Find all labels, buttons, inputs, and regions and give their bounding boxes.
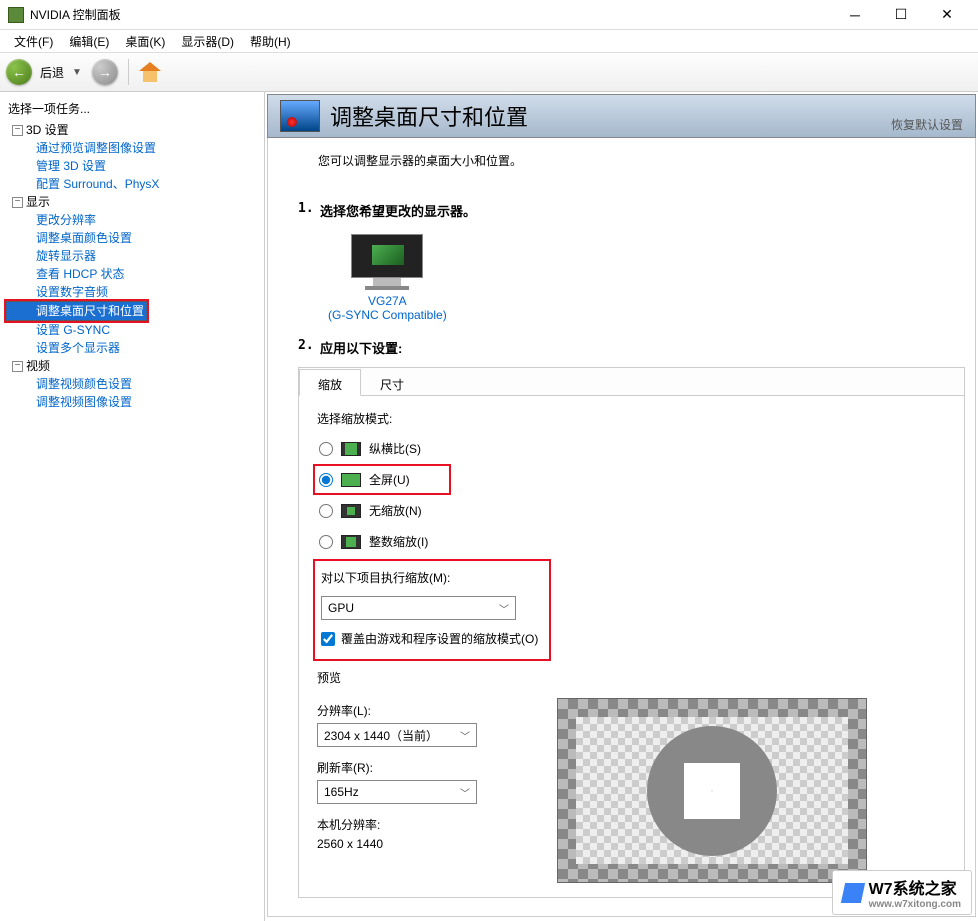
override-checkbox[interactable] (321, 632, 335, 646)
perform-scaling-block: 对以下项目执行缩放(M): GPU ﹀ 覆盖由游戏和程序设置的缩放模式(O) (317, 563, 547, 657)
task-sidebar: 选择一项任务... − 3D 设置 通过预览调整图像设置 管理 3D 设置 配置… (0, 92, 265, 921)
collapse-icon[interactable]: − (12, 125, 23, 136)
task-tree: − 3D 设置 通过预览调整图像设置 管理 3D 设置 配置 Surround、… (2, 121, 262, 411)
monitor-name: VG27A (328, 294, 447, 308)
toolbar: ← 后退 ▼ → (0, 52, 978, 92)
chevron-down-icon: ﹀ (460, 785, 470, 800)
monitor-icon (351, 234, 423, 290)
step-1-label: 1. 选择您希望更改的显示器。 (298, 201, 965, 220)
fullscreen-icon (341, 473, 361, 487)
intro-text: 您可以调整显示器的桌面大小和位置。 (298, 148, 965, 189)
watermark: W7系统之家 www.w7xitong.com (832, 870, 972, 915)
tree-item-preview-adjust[interactable]: 通过预览调整图像设置 (6, 139, 262, 157)
content-pane: 调整桌面尺寸和位置 恢复默认设置 您可以调整显示器的桌面大小和位置。 1. 选择… (265, 92, 978, 921)
forward-button[interactable]: → (92, 59, 118, 85)
window-title: NVIDIA 控制面板 (30, 6, 832, 23)
watermark-logo-icon (840, 883, 864, 903)
toolbar-separator (128, 59, 129, 85)
resolution-select[interactable]: 2304 x 1440（当前） ﹀ (317, 723, 477, 747)
tree-item-video-image[interactable]: 调整视频图像设置 (6, 393, 262, 411)
tree-item-surround[interactable]: 配置 Surround、PhysX (6, 175, 262, 193)
sidebar-title: 选择一项任务... (2, 96, 262, 121)
monitor-header-icon (280, 100, 320, 132)
menu-display[interactable]: 显示器(D) (173, 31, 242, 52)
tree-item-size-position[interactable]: 调整桌面尺寸和位置 (6, 301, 147, 321)
perform-label: 对以下项目执行缩放(M): (321, 569, 543, 586)
override-checkbox-row[interactable]: 覆盖由游戏和程序设置的缩放模式(O) (321, 630, 543, 647)
back-dropdown-icon[interactable]: ▼ (72, 67, 82, 78)
perform-scaling-select[interactable]: GPU ﹀ (321, 596, 516, 620)
minimize-button[interactable]: ─ (832, 0, 878, 30)
menu-file[interactable]: 文件(F) (6, 31, 61, 52)
radio-none-input[interactable] (319, 504, 333, 518)
preview-graphic (557, 698, 867, 883)
tree-group-video[interactable]: − 视频 (6, 357, 262, 375)
step-2-label: 2. 应用以下设置: (298, 338, 965, 357)
collapse-icon[interactable]: − (12, 361, 23, 372)
radio-aspect[interactable]: 纵横比(S) (317, 437, 946, 460)
watermark-url: www.w7xitong.com (869, 899, 961, 910)
tree-group-display[interactable]: − 显示 (6, 193, 262, 211)
tree-item-resolution[interactable]: 更改分辨率 (6, 211, 262, 229)
menu-help[interactable]: 帮助(H) (242, 31, 299, 52)
native-res-value: 2560 x 1440 (317, 837, 557, 851)
radio-fullscreen-input[interactable] (319, 473, 333, 487)
monitor-selector[interactable]: VG27A (G-SYNC Compatible) (298, 230, 477, 326)
native-res-label: 本机分辨率: (317, 816, 557, 833)
nvidia-app-icon (8, 7, 24, 23)
menu-edit[interactable]: 编辑(E) (61, 31, 117, 52)
noscale-icon (341, 504, 361, 518)
restore-defaults-link[interactable]: 恢复默认设置 (891, 116, 963, 133)
refresh-label: 刷新率(R): (317, 759, 557, 776)
tree-item-color[interactable]: 调整桌面颜色设置 (6, 229, 262, 247)
tree-item-manage-3d[interactable]: 管理 3D 设置 (6, 157, 262, 175)
tree-item-multi-display[interactable]: 设置多个显示器 (6, 339, 262, 357)
preview-label: 预览 (317, 669, 946, 686)
aspect-icon (341, 442, 361, 456)
refresh-select[interactable]: 165Hz ﹀ (317, 780, 477, 804)
tab-scale[interactable]: 缩放 (299, 369, 361, 396)
collapse-icon[interactable]: − (12, 197, 23, 208)
integer-icon (341, 535, 361, 549)
radio-integer[interactable]: 整数缩放(I) (317, 530, 946, 553)
scale-mode-label: 选择缩放模式: (317, 410, 946, 427)
radio-aspect-input[interactable] (319, 442, 333, 456)
titlebar: NVIDIA 控制面板 ─ ☐ ✕ (0, 0, 978, 30)
close-button[interactable]: ✕ (924, 0, 970, 30)
chevron-down-icon: ﹀ (460, 728, 470, 743)
menu-desktop[interactable]: 桌面(K) (117, 31, 173, 52)
preview-section: 分辨率(L): 2304 x 1440（当前） ﹀ 刷新率(R): 165Hz … (317, 696, 946, 883)
radio-integer-input[interactable] (319, 535, 333, 549)
page-title: 调整桌面尺寸和位置 (330, 100, 891, 132)
menubar: 文件(F) 编辑(E) 桌面(K) 显示器(D) 帮助(H) (0, 30, 978, 52)
tree-item-rotate[interactable]: 旋转显示器 (6, 247, 262, 265)
back-label: 后退 (40, 64, 64, 81)
home-button[interactable] (139, 62, 161, 82)
radio-fullscreen[interactable]: 全屏(U) (317, 468, 447, 491)
tree-item-gsync[interactable]: 设置 G-SYNC (6, 321, 262, 339)
tree-item-audio[interactable]: 设置数字音频 (6, 283, 262, 301)
monitor-compat: (G-SYNC Compatible) (328, 308, 447, 322)
back-button[interactable]: ← (6, 59, 32, 85)
resolution-label: 分辨率(L): (317, 702, 557, 719)
settings-panel: 缩放 尺寸 选择缩放模式: 纵横比(S) 全屏(U) (298, 367, 965, 898)
chevron-down-icon: ﹀ (499, 601, 509, 616)
tree-item-video-color[interactable]: 调整视频颜色设置 (6, 375, 262, 393)
tree-item-hdcp[interactable]: 查看 HDCP 状态 (6, 265, 262, 283)
maximize-button[interactable]: ☐ (878, 0, 924, 30)
tabs: 缩放 尺寸 (299, 368, 964, 396)
radio-none[interactable]: 无缩放(N) (317, 499, 946, 522)
content-header: 调整桌面尺寸和位置 恢复默认设置 (267, 94, 976, 138)
tab-size[interactable]: 尺寸 (361, 369, 423, 396)
tree-group-3d[interactable]: − 3D 设置 (6, 121, 262, 139)
watermark-brand: W7系统之家 (869, 875, 961, 899)
